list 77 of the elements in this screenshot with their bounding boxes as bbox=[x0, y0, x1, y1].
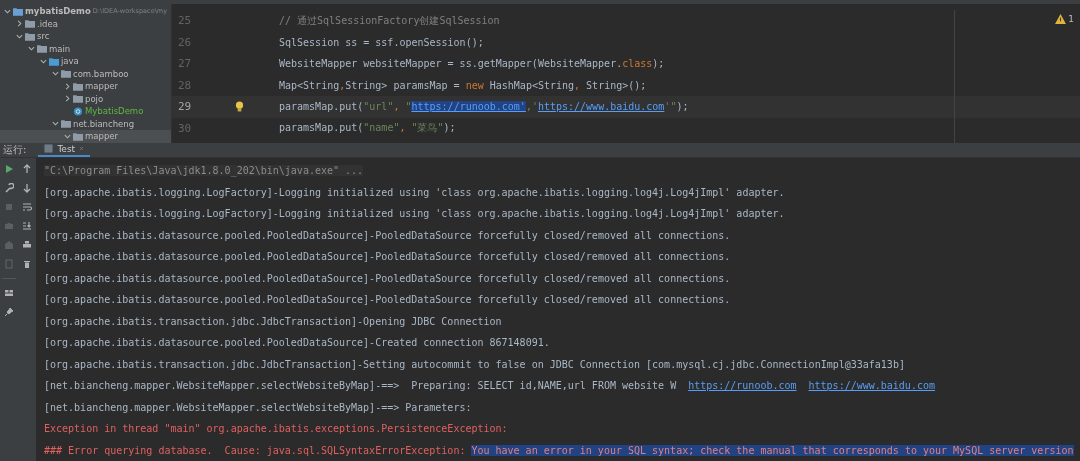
code-text: [org.apache.ibatis.datasource.pooled.PooledDataSource]-PooledDataSource forcefully closed/removed all connections. bbox=[44, 229, 731, 241]
warning-icon[interactable] bbox=[1055, 14, 1067, 24]
code-text: [org.apache.ibatis.logging.LogFactory]-Logging initialized using 'class org.apache.ibatis.logging.log4j.Log4jImpl' adapter. bbox=[44, 208, 785, 220]
tree-item[interactable]: mapper bbox=[85, 131, 118, 142]
code-text: ); bbox=[652, 58, 665, 70]
code-text: [org.apache.ibatis.datasource.pooled.PooledDataSource]-PooledDataSource forcefully closed/removed all connections. bbox=[44, 294, 731, 306]
pin-icon[interactable] bbox=[4, 307, 14, 317]
tree-item[interactable]: main bbox=[49, 43, 71, 54]
run-tab[interactable]: Test bbox=[38, 142, 91, 157]
code-text: Map<String bbox=[279, 79, 340, 91]
code-text: [org.apache.ibatis.logging.LogFactory]-Logging initialized using 'class org.apache.ibatis.logging.log4j.Log4jImpl' adapter. bbox=[44, 186, 785, 198]
tree-item[interactable]: mybatisDemo bbox=[25, 6, 91, 17]
tree-item[interactable]: com.bamboo bbox=[73, 68, 129, 79]
soft-wrap-icon[interactable] bbox=[22, 202, 32, 212]
code-text: HashMap<String bbox=[488, 79, 575, 91]
arrow-down-icon[interactable] bbox=[22, 183, 32, 193]
tree-item[interactable]: pojo bbox=[85, 93, 104, 104]
run-icon[interactable] bbox=[4, 164, 14, 174]
link-text: https://www.baidu.com bbox=[808, 380, 935, 392]
code-text: paramsMap.put( bbox=[279, 122, 364, 134]
code-string: " bbox=[405, 101, 412, 113]
code-string: ,' bbox=[525, 101, 538, 113]
code-text: [org.apache.ibatis.transaction.jdbc.JdbcTransaction]-Opening JDBC Connection bbox=[44, 315, 502, 327]
code-text: [net.biancheng.mapper.WebsiteMapper.selectWebsiteByMap]-==> Parameters: bbox=[44, 401, 472, 413]
error-text: ### Error querying database. Cause: java.sql.SQLSyntaxErrorException: bbox=[44, 444, 466, 456]
tree-item[interactable]: src bbox=[37, 31, 50, 42]
line-number: 29 bbox=[177, 100, 193, 114]
scroll-to-end-icon[interactable] bbox=[22, 221, 32, 231]
class-icon bbox=[73, 106, 83, 116]
code-text: [net.biancheng.mapper.WebsiteMapper.selectWebsiteByMap]-==> Preparing: SELECT id,NAME,url FROM website W bbox=[44, 380, 677, 392]
tree-item[interactable]: java bbox=[61, 56, 79, 67]
trash-icon[interactable] bbox=[22, 259, 32, 269]
link-text: https://runoob.com bbox=[688, 380, 797, 392]
run-label: 运行: bbox=[3, 142, 27, 157]
code-keyword: , bbox=[574, 79, 581, 91]
link-text: https://www.baidu.com bbox=[537, 101, 665, 113]
error-text: Exception in thread "main" org.apache.ibatis.exceptions.PersistenceException: bbox=[44, 423, 508, 435]
line-number: 27 bbox=[177, 57, 193, 71]
tree-item[interactable]: .idea bbox=[37, 18, 58, 29]
code-text: paramsMap.put( bbox=[279, 101, 364, 113]
code-text: String>(); bbox=[585, 79, 647, 91]
command-line-text: "C:\Program Files\Java\jdk1.8.0_202\bin\java.exe" ... bbox=[44, 165, 364, 177]
code-string: "url" bbox=[363, 101, 394, 113]
code-text: [org.apache.ibatis.datasource.pooled.PooledDataSource]-Created connection 867148091. bbox=[44, 337, 550, 349]
code-keyword: new bbox=[465, 79, 484, 91]
code-text: [org.apache.ibatis.datasource.pooled.PooledDataSource]-PooledDataSource forcefully closed/removed all connections. bbox=[44, 251, 731, 263]
code-string: "name" bbox=[363, 122, 400, 134]
layout-icon[interactable] bbox=[4, 288, 14, 298]
code-keyword: , bbox=[339, 79, 346, 91]
tree-item[interactable]: mapper bbox=[85, 81, 118, 92]
line-number: 25 bbox=[177, 14, 193, 28]
code-text: [org.apache.ibatis.datasource.pooled.PooledDataSource]-PooledDataSource forcefully closed/removed all connections. bbox=[44, 272, 731, 284]
code-text: WebsiteMapper websiteMapper = ss.getMapper(WebsiteMapper. bbox=[279, 58, 623, 70]
code-text: ); bbox=[676, 101, 689, 113]
tree-item[interactable]: MybatisDemo bbox=[85, 106, 144, 117]
close-icon[interactable] bbox=[79, 146, 85, 152]
code-text: [org.apache.ibatis.transaction.jdbc.JdbcTransaction]-Setting autocommit to false on JDBC Connection [com.mysql.cj.jdbc.ConnectionImpl@33afa13b] bbox=[44, 358, 905, 370]
code-text: String> paramsMap = bbox=[345, 79, 461, 91]
code-text: ); bbox=[443, 122, 456, 134]
code-string: '" bbox=[664, 101, 677, 113]
arrow-up-icon[interactable] bbox=[22, 164, 32, 174]
code-string: "菜鸟" bbox=[411, 122, 444, 134]
selected-link-text: https://runoob.com' bbox=[411, 101, 526, 113]
line-number: 28 bbox=[177, 78, 193, 92]
code-text: SqlSession ss = ssf.openSession(); bbox=[279, 36, 484, 48]
line-number: 30 bbox=[177, 121, 193, 135]
selected-error-text: You have an error in your SQL syntax; check the manual that corresponds to your MySQL server version bbox=[471, 444, 1074, 456]
code-keyword: , bbox=[399, 122, 407, 134]
lightbulb-icon[interactable] bbox=[235, 101, 244, 113]
code-comment: // 通过SqlSessionFactory创建SqlSession bbox=[279, 14, 500, 26]
warning-count: 1 bbox=[1068, 14, 1074, 24]
tree-item[interactable]: net.biancheng bbox=[73, 118, 135, 129]
print-icon[interactable] bbox=[22, 240, 32, 250]
code-keyword: , bbox=[393, 101, 401, 113]
line-number: 26 bbox=[177, 35, 193, 49]
wrench-icon[interactable] bbox=[4, 183, 14, 193]
code-keyword: class bbox=[622, 58, 653, 70]
